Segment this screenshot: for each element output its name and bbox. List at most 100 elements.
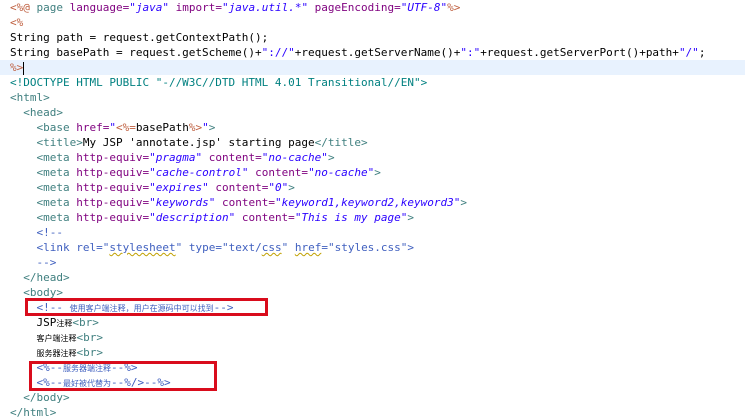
code-token: <meta — [36, 151, 77, 164]
code-line[interactable]: <head> — [0, 105, 63, 120]
code-token: > — [208, 121, 216, 134]
code-token: <%= — [116, 121, 136, 134]
code-token: "pragma" — [149, 151, 203, 164]
code-line[interactable]: <!-- — [0, 225, 64, 240]
code-token: content= — [208, 181, 269, 194]
code-token: <br> — [76, 331, 104, 344]
code-token: page — [36, 1, 70, 14]
code-token: content= — [248, 166, 309, 179]
code-token: "description" — [149, 211, 236, 224]
code-token: JSP — [36, 316, 57, 329]
code-token: href= — [76, 121, 110, 134]
code-token: > — [288, 181, 295, 194]
code-token: pageEncoding= — [308, 1, 401, 14]
code-token: <title> — [36, 136, 83, 149]
code-token: %> — [188, 121, 203, 134]
code-token: </body> — [23, 391, 70, 404]
code-token: "no-cache" — [308, 166, 375, 179]
code-line[interactable]: <meta http-equiv="keywords" content="key… — [0, 195, 468, 210]
code-token: "0" — [268, 181, 289, 194]
code-line[interactable]: </html> — [0, 405, 56, 420]
code-token: > — [374, 166, 381, 179]
code-line[interactable]: <link rel="stylesheet" type="text/css" h… — [0, 240, 415, 255]
code-line[interactable]: 服务器注释<br> — [0, 345, 104, 360]
code-line[interactable]: <% — [0, 15, 23, 30]
code-token: <%-- — [36, 361, 64, 374]
code-line[interactable]: </body> — [0, 390, 70, 405]
code-token: =" — [96, 241, 110, 254]
code-line[interactable]: %> — [0, 60, 745, 75]
code-line[interactable]: <title>My JSP 'annotate.jsp' starting pa… — [0, 135, 368, 150]
code-token: http-equiv= — [76, 211, 150, 224]
code-token: <body> — [23, 286, 63, 299]
code-token: --%/>--%> — [111, 376, 171, 389]
code-token: language= — [69, 1, 130, 14]
code-line[interactable]: <meta http-equiv="description" content="… — [0, 210, 415, 225]
code-token: http-equiv= — [76, 166, 150, 179]
code-token: stylesheet — [109, 241, 176, 254]
code-token: </head> — [23, 271, 70, 284]
code-line[interactable]: 客户端注释<br> — [0, 330, 104, 345]
code-line[interactable]: String basePath = request.getScheme()+":… — [0, 45, 705, 60]
code-token: http-equiv= — [76, 151, 150, 164]
code-token: "no-cache" — [261, 151, 328, 164]
code-line[interactable]: <meta http-equiv="cache-control" content… — [0, 165, 381, 180]
code-line[interactable]: </head> — [0, 270, 70, 285]
code-line[interactable]: <!DOCTYPE HTML PUBLIC "-//W3C//DTD HTML … — [0, 75, 427, 90]
code-token: > — [460, 196, 468, 209]
code-token: <link — [36, 241, 77, 254]
code-token: My JSP 'annotate.jsp' starting page — [82, 136, 315, 149]
code-line[interactable]: <%@ page language="java" import="java.ut… — [0, 0, 460, 15]
code-line[interactable]: <body> — [0, 285, 63, 300]
code-token: http-equiv= — [76, 181, 150, 194]
code-token: <meta — [36, 196, 77, 209]
code-token: import= — [168, 1, 222, 14]
code-token: <meta — [36, 181, 77, 194]
code-token: 最好被代替为 — [63, 379, 111, 388]
code-line[interactable]: String path = request.getContextPath(); — [0, 30, 268, 45]
code-token: <%-- — [36, 376, 64, 389]
code-token: content= — [202, 151, 262, 164]
code-token: 服务器端注释 — [63, 364, 111, 373]
code-token: basePath — [135, 121, 189, 134]
text-cursor — [23, 61, 25, 75]
code-token: "This is my page" — [294, 211, 408, 224]
code-token: " — [109, 121, 116, 134]
code-token: --> — [213, 301, 234, 314]
code-line[interactable]: <%--最好被代替为--%/>--%> — [0, 375, 171, 390]
code-token: <meta — [36, 166, 77, 179]
code-token: 注释 — [56, 319, 73, 328]
code-line[interactable]: <%--服务器端注释--%> — [0, 360, 138, 375]
code-token: 使用客户端注释，用户在源码中可以找到 — [69, 304, 214, 313]
code-line[interactable]: <meta http-equiv="pragma" content="no-ca… — [0, 150, 335, 165]
code-token: 客户端注释 — [36, 334, 77, 343]
code-token: %> — [447, 1, 461, 14]
code-token: <% — [10, 16, 24, 29]
code-editor[interactable]: <%@ page language="java" import="java.ut… — [0, 0, 745, 419]
code-token: "://" — [261, 46, 295, 59]
code-token: href — [294, 241, 322, 254]
code-line[interactable]: JSP注释<br> — [0, 315, 99, 330]
code-line[interactable]: --> — [0, 255, 57, 270]
code-line[interactable]: <base href="<%=basePath%>"> — [0, 120, 216, 135]
code-line[interactable]: <html> — [0, 90, 50, 105]
code-token: </title> — [314, 136, 368, 149]
code-line[interactable]: <meta http-equiv="expires" content="0"> — [0, 180, 295, 195]
code-line[interactable]: <!-- 使用客户端注释，用户在源码中可以找到--> — [0, 300, 234, 315]
code-token: <base — [36, 121, 77, 134]
